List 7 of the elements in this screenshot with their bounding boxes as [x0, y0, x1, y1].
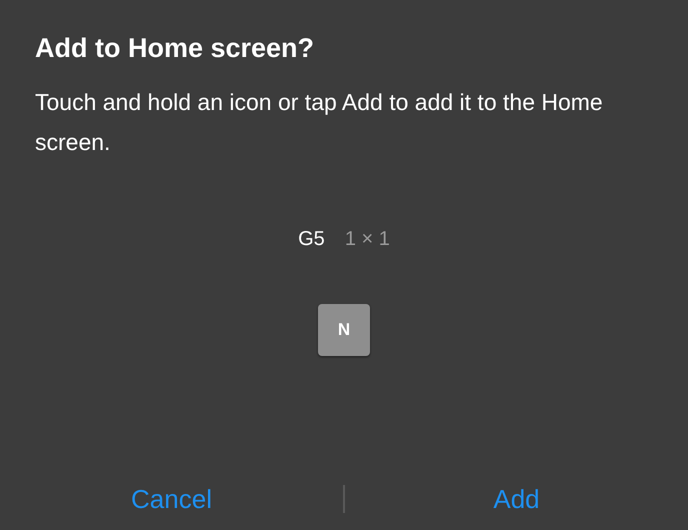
dialog-title: Add to Home screen? [35, 32, 316, 65]
widget-name: G5 [298, 227, 325, 252]
cancel-button[interactable]: Cancel [0, 480, 343, 518]
dialog-message: Touch and hold an icon or tap Add to add it to the Home screen. [35, 88, 604, 157]
widget-size: 1 × 1 [344, 227, 390, 252]
widget-preview-icon[interactable]: N [318, 304, 370, 356]
add-button[interactable]: Add [345, 480, 688, 518]
